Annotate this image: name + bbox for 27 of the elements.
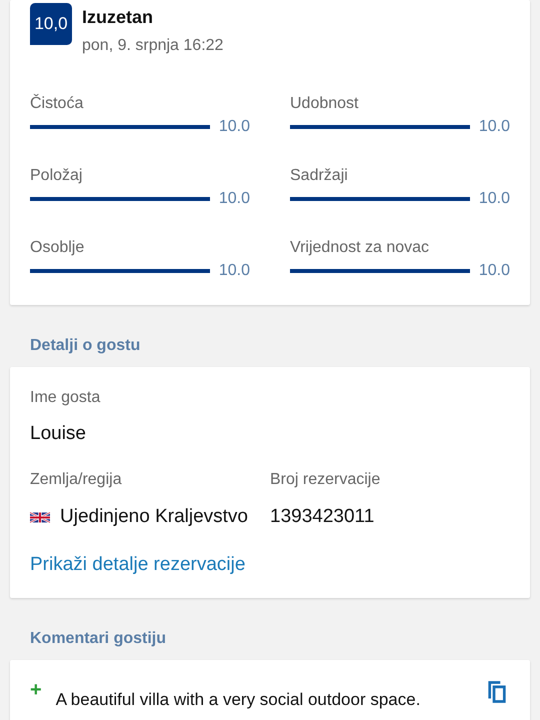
booking-details-link[interactable]: Prikaži detalje rezervacije [30, 554, 246, 576]
flag-icon [30, 510, 50, 524]
field-label: Zemlja/regija [30, 471, 123, 489]
section-heading: Detalji o gostu [29, 336, 142, 356]
booking-number: 1393423011 [270, 506, 376, 528]
review-date: pon, 9. srpnja 16:22 [82, 37, 224, 55]
category-label: Vrijednost za novac [290, 239, 430, 257]
category-label: Sadržaji [290, 167, 349, 185]
sign-icon: + [30, 678, 42, 700]
category-label: Čistoća [30, 95, 84, 113]
comment-text: A beautiful villa with a very social outdoor space. [56, 689, 422, 711]
guest-name: Louise [30, 423, 87, 445]
category-score: 10.0 [218, 190, 250, 208]
rating-verdict: Izuzetan [82, 7, 154, 28]
field-label: Ime gosta [30, 389, 102, 407]
category-score: 10.0 [478, 262, 510, 280]
category-label: Položaj [30, 167, 84, 185]
category-score: 10.0 [478, 190, 510, 208]
field-label: Broj rezervacije [270, 471, 380, 489]
score-badge: 10,0 [30, 3, 72, 45]
category-label: Udobnost [290, 95, 360, 113]
country-name: Ujedinjeno Kraljevstvo [60, 506, 248, 528]
category-score: 10.0 [478, 118, 510, 136]
category-score: 10.0 [218, 262, 250, 280]
category-score: 10.0 [218, 118, 250, 136]
category-label: Osoblje [30, 239, 86, 257]
section-heading: Komentari gostiju [29, 629, 168, 649]
